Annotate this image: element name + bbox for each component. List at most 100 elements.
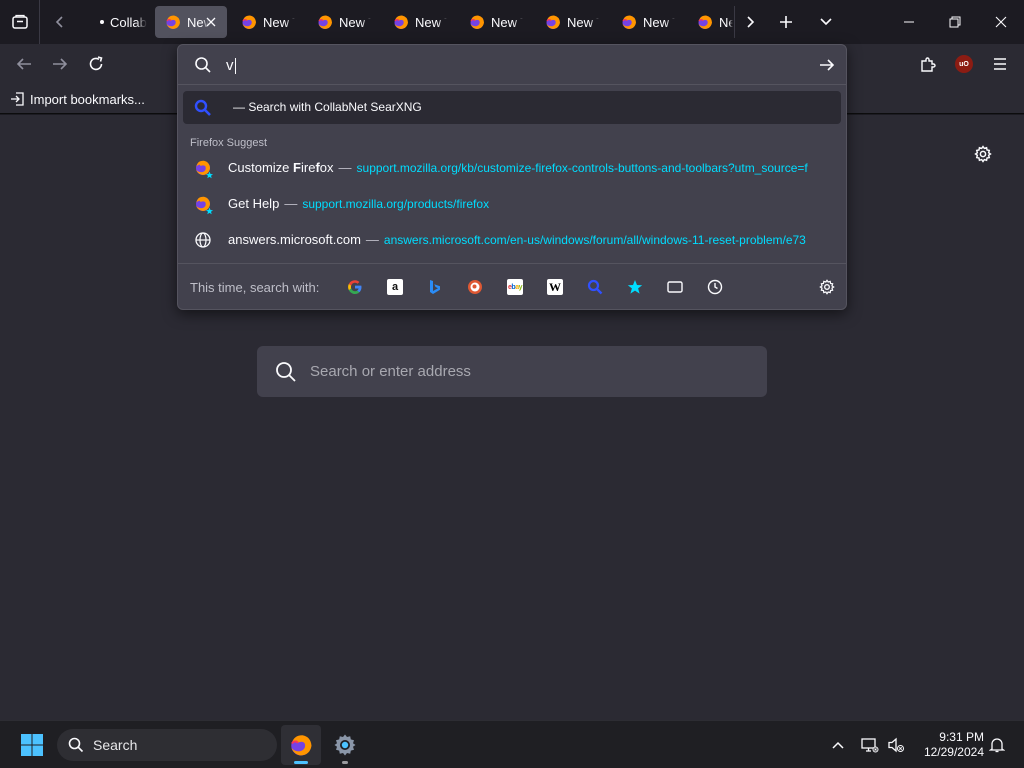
- urlbar-input-row[interactable]: v: [178, 45, 846, 85]
- search-engine-searxng-button[interactable]: [585, 277, 605, 297]
- forward-button[interactable]: [48, 52, 72, 76]
- clock-icon: [707, 279, 723, 295]
- result-title: Get Help: [228, 196, 280, 211]
- customize-new-tab-button[interactable]: [972, 143, 994, 165]
- pinned-indicator: [100, 20, 104, 24]
- result-separator: —: [365, 232, 379, 247]
- network-status-button[interactable]: [858, 733, 882, 757]
- clock-time: 9:31 PM: [939, 730, 984, 744]
- ublock-origin-button[interactable]: uO: [952, 52, 976, 76]
- import-bookmarks-button[interactable]: Import bookmarks...: [10, 89, 145, 109]
- tab-new[interactable]: New Tab: [383, 6, 455, 38]
- windows-start-icon[interactable]: [20, 733, 44, 757]
- firefox-icon: [546, 15, 560, 29]
- search-engine-google-button[interactable]: [345, 277, 365, 297]
- search-engine-ebay-button[interactable]: ebay: [505, 277, 525, 297]
- arrow-right-icon: [820, 59, 835, 71]
- gear-icon: [819, 279, 835, 295]
- scroll-tabs-left-button[interactable]: [48, 10, 72, 34]
- tab-active[interactable]: New Tab: [155, 6, 227, 38]
- running-indicator: [294, 761, 308, 764]
- bell-icon: [989, 738, 1005, 753]
- tab-overview-icon: [11, 14, 28, 29]
- tab-icon: [667, 281, 683, 293]
- tab-new[interactable]: New Tab: [535, 6, 607, 38]
- search-icon: [67, 736, 85, 754]
- chevron-left-icon: [55, 16, 63, 28]
- chevron-up-icon: [832, 741, 844, 749]
- back-button[interactable]: [12, 52, 36, 76]
- page-search-placeholder: Search or enter address: [310, 363, 471, 380]
- arrow-left-icon: [16, 58, 31, 70]
- suggest-result-text: answers.microsoft.com — answers.microsoft.…: [228, 232, 806, 247]
- tab-overview-button[interactable]: [0, 0, 40, 44]
- search-tabs-button[interactable]: [665, 277, 685, 297]
- minimize-button[interactable]: [886, 0, 932, 44]
- page-search-box[interactable]: Search or enter address: [257, 346, 767, 397]
- suggest-result[interactable]: Get Help — support.mozilla.org/products/fi…: [183, 187, 841, 221]
- tab-new[interactable]: New Tab: [231, 6, 303, 38]
- tab-label: New Tab: [491, 14, 523, 30]
- searxng-icon: [194, 99, 211, 116]
- app-menu-button[interactable]: [988, 52, 1012, 76]
- tab-collab[interactable]: Collab: [90, 6, 162, 38]
- plus-icon: [780, 16, 792, 28]
- firefox-icon: [470, 15, 484, 29]
- go-button[interactable]: [816, 55, 838, 75]
- firefox-icon: [698, 15, 712, 29]
- running-indicator: [342, 761, 348, 764]
- result-url: support.mozilla.org/kb/customize-firefox…: [356, 161, 808, 175]
- restore-button[interactable]: [932, 0, 978, 44]
- duckduckgo-icon: [468, 280, 482, 294]
- volume-button[interactable]: [884, 733, 908, 757]
- tab-new[interactable]: New Tab: [687, 6, 733, 38]
- network-icon: [861, 738, 879, 753]
- taskbar-search-box[interactable]: Search: [57, 729, 277, 761]
- suggest-result[interactable]: Customize Firefox — support.mozilla.org/kb…: [183, 151, 841, 185]
- urlbar-input[interactable]: v: [226, 57, 236, 74]
- search-settings-button[interactable]: [817, 277, 837, 297]
- scroll-tabs-right-button[interactable]: [738, 10, 762, 34]
- close-icon: [206, 17, 216, 27]
- searxng-icon: [587, 279, 603, 295]
- search-bookmarks-button[interactable]: [625, 277, 645, 297]
- tab-strip: Collab New Tab New Tab New Tab New Tab N…: [0, 0, 1024, 44]
- tab-label: New Tab: [643, 14, 675, 30]
- new-tab-button[interactable]: [774, 10, 798, 34]
- tab-new[interactable]: New Tab: [307, 6, 379, 38]
- close-tab-button[interactable]: [203, 14, 219, 30]
- reload-icon: [89, 56, 103, 71]
- ublock-icon: uO: [955, 55, 973, 73]
- taskbar-clock[interactable]: 9:31 PM 12/29/2024: [908, 730, 984, 760]
- arrow-right-icon: [53, 58, 68, 70]
- search-engine-duckduckgo-button[interactable]: [465, 277, 485, 297]
- suggest-result[interactable]: answers.microsoft.com — answers.microsoft.…: [183, 223, 841, 257]
- firefox-icon: [166, 15, 180, 29]
- heuristic-search-result[interactable]: — Search with CollabNet SearXNG: [183, 91, 841, 124]
- bing-icon: [430, 280, 440, 294]
- search-engine-amazon-button[interactable]: a: [385, 277, 405, 297]
- google-icon: [348, 280, 362, 294]
- globe-icon: [195, 232, 211, 248]
- list-all-tabs-button[interactable]: [814, 10, 838, 34]
- extensions-button[interactable]: [916, 52, 940, 76]
- tab-new[interactable]: New Tab: [459, 6, 531, 38]
- close-window-button[interactable]: [978, 0, 1024, 44]
- reload-button[interactable]: [84, 52, 108, 76]
- puzzle-icon: [921, 57, 936, 72]
- taskbar-settings-button[interactable]: [325, 725, 365, 765]
- firefox-suggest-icon: [196, 196, 213, 215]
- taskbar-firefox-button[interactable]: [281, 725, 321, 765]
- suggest-result-text: Get Help — support.mozilla.org/products/fi…: [228, 196, 489, 211]
- notifications-button[interactable]: [985, 733, 1009, 757]
- import-bookmarks-label: Import bookmarks...: [30, 91, 145, 107]
- tab-label: New Tab: [263, 14, 295, 30]
- search-history-button[interactable]: [705, 277, 725, 297]
- restore-icon: [949, 16, 961, 28]
- tab-new[interactable]: New Tab: [611, 6, 683, 38]
- minimize-icon: [904, 21, 914, 23]
- search-engine-bing-button[interactable]: [425, 277, 445, 297]
- search-engine-wikipedia-button[interactable]: W: [545, 277, 565, 297]
- show-hidden-icons-button[interactable]: [826, 733, 850, 757]
- text-caret: [234, 57, 236, 74]
